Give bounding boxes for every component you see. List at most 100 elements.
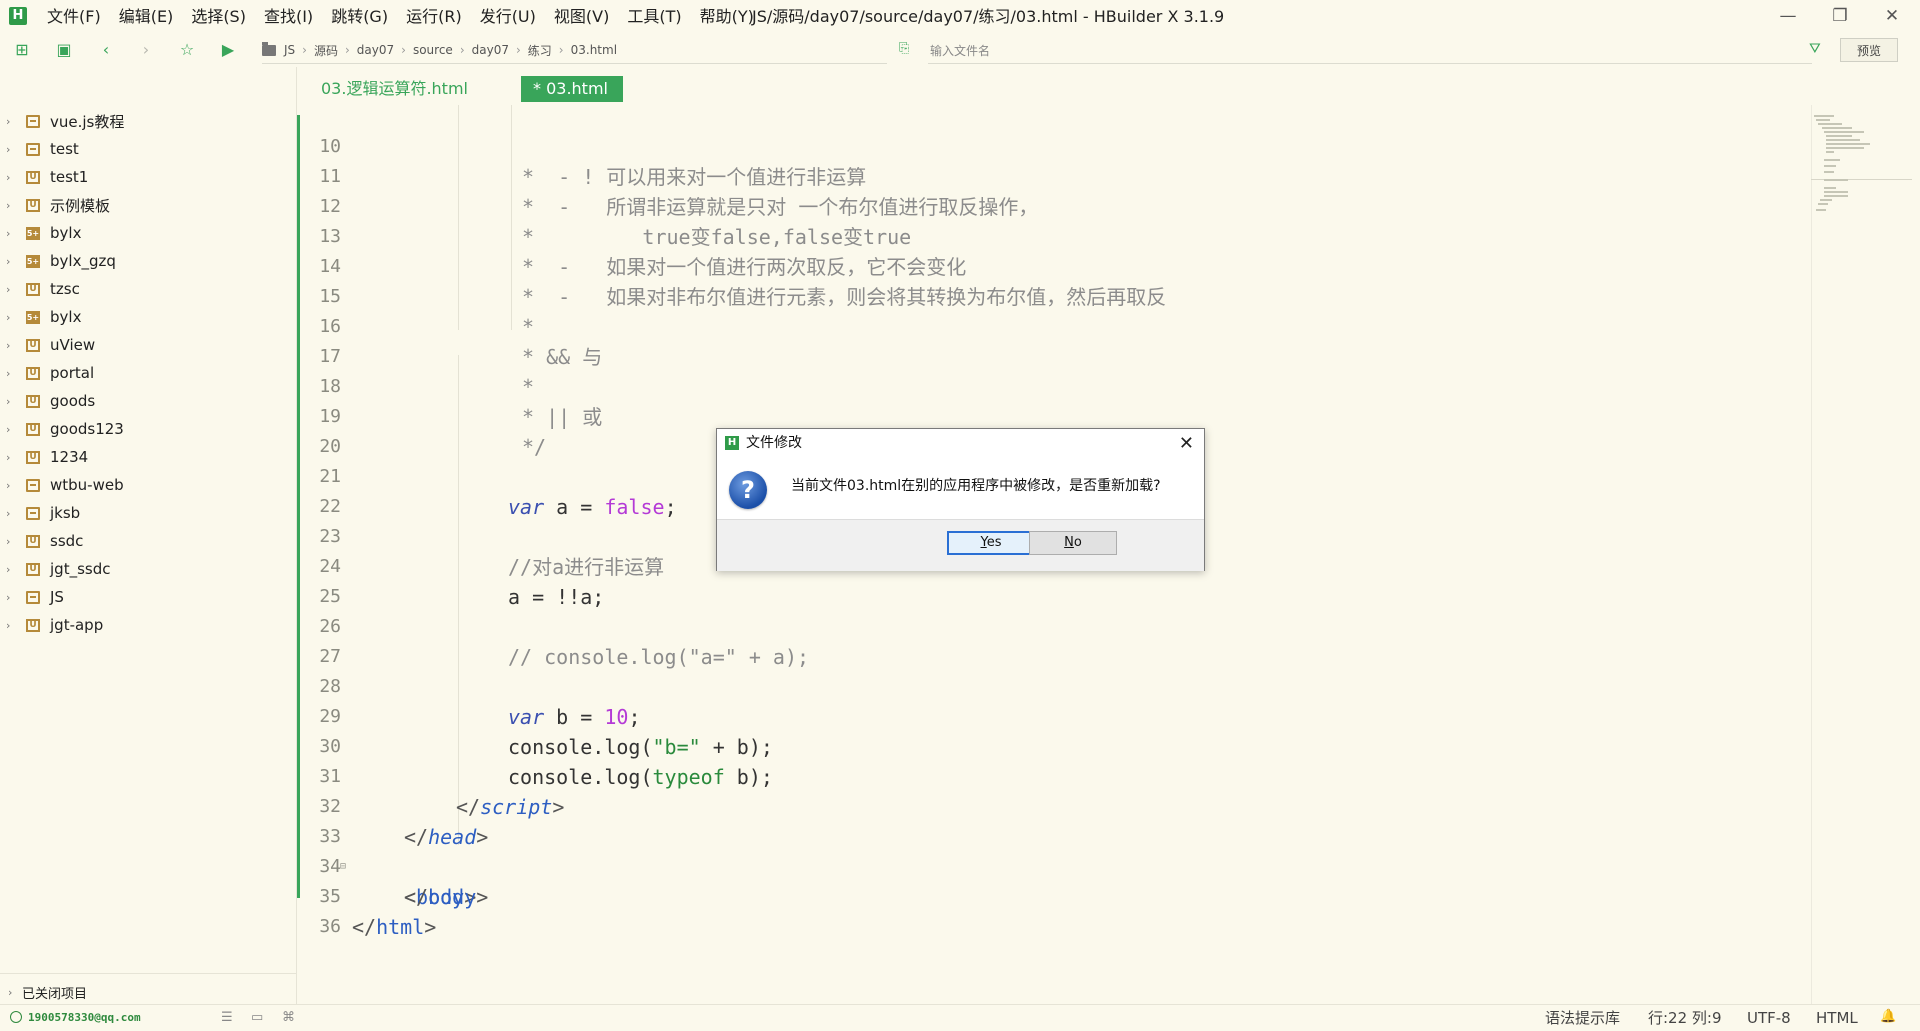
chevron-right-icon[interactable]: › bbox=[6, 227, 20, 240]
breadcrumb-item[interactable]: day07 bbox=[357, 43, 394, 57]
project-item[interactable]: › U test1 bbox=[0, 163, 296, 191]
console-icon[interactable]: ⌘ bbox=[282, 1010, 295, 1025]
project-item[interactable]: › 5+ bylx bbox=[0, 303, 296, 331]
project-item[interactable]: › 5+ bylx_gzq bbox=[0, 247, 296, 275]
project-item[interactable]: › test bbox=[0, 135, 296, 163]
project-item[interactable]: › U 1234 bbox=[0, 443, 296, 471]
chevron-right-icon[interactable]: › bbox=[6, 395, 20, 408]
minimize-button[interactable]: — bbox=[1762, 0, 1814, 33]
user-icon[interactable] bbox=[10, 1011, 22, 1023]
chevron-right-icon[interactable]: › bbox=[6, 143, 20, 156]
cursor-position[interactable]: 行:22 列:9 bbox=[1648, 1005, 1722, 1031]
breadcrumb-item[interactable]: JS bbox=[284, 43, 295, 57]
menu-goto[interactable]: 跳转(G) bbox=[322, 0, 397, 33]
menu-tools[interactable]: 工具(T) bbox=[618, 0, 690, 33]
list-icon[interactable]: ☰ bbox=[221, 1010, 233, 1025]
dialog-close-button[interactable]: ✕ bbox=[1179, 429, 1194, 458]
chevron-right-icon[interactable]: › bbox=[6, 199, 20, 212]
toolbar: ⊞ ▣ ‹ › ☆ ▶ JS › 源码 › day07 › source › d… bbox=[0, 33, 1920, 67]
chevron-right-icon[interactable]: › bbox=[6, 339, 20, 352]
breadcrumb-item[interactable]: 03.html bbox=[571, 43, 617, 57]
minimap-divider bbox=[1811, 105, 1812, 1004]
menu-run[interactable]: 运行(R) bbox=[397, 0, 471, 33]
chevron-right-icon[interactable]: › bbox=[6, 507, 20, 520]
run-icon[interactable]: ▶ bbox=[218, 40, 238, 60]
tab-logic-operators[interactable]: 03.逻辑运算符.html bbox=[309, 76, 480, 102]
chevron-right-icon[interactable]: › bbox=[6, 563, 20, 576]
folder-icon bbox=[26, 506, 40, 520]
no-button[interactable]: No bbox=[1029, 531, 1117, 555]
project-item[interactable]: › U portal bbox=[0, 359, 296, 387]
project-item[interactable]: › U ssdc bbox=[0, 527, 296, 555]
chevron-right-icon[interactable]: › bbox=[6, 171, 20, 184]
breadcrumb-item[interactable]: 练习 bbox=[528, 42, 552, 59]
back-icon[interactable]: ‹ bbox=[96, 40, 116, 60]
new-file-icon[interactable]: ⊞ bbox=[12, 40, 32, 60]
project-item[interactable]: › U 示例模板 bbox=[0, 191, 296, 219]
chevron-right-icon[interactable]: › bbox=[6, 535, 20, 548]
minimap-line bbox=[1818, 123, 1842, 125]
user-account[interactable]: 1900578330@qq.com bbox=[28, 1005, 141, 1031]
favorite-star-icon[interactable]: ☆ bbox=[177, 40, 197, 60]
menu-publish[interactable]: 发行(U) bbox=[471, 0, 545, 33]
project-item[interactable]: › U goods bbox=[0, 387, 296, 415]
menu-find[interactable]: 查找(I) bbox=[255, 0, 322, 33]
project-item[interactable]: › 5+ bylx bbox=[0, 219, 296, 247]
tab-03-html[interactable]: * 03.html bbox=[521, 76, 623, 102]
chevron-right-icon[interactable]: › bbox=[8, 986, 22, 999]
forward-icon[interactable]: › bbox=[136, 40, 156, 60]
5plus-app-icon: 5+ bbox=[26, 254, 40, 268]
chevron-right-icon[interactable]: › bbox=[6, 451, 20, 464]
language-mode[interactable]: HTML bbox=[1816, 1005, 1858, 1031]
project-item[interactable]: › U uView bbox=[0, 331, 296, 359]
chevron-right-icon[interactable]: › bbox=[6, 619, 20, 632]
project-item[interactable]: › U goods123 bbox=[0, 415, 296, 443]
minimap-line bbox=[1824, 179, 1848, 181]
uni-app-icon: U bbox=[26, 562, 40, 576]
chevron-right-icon[interactable]: › bbox=[6, 479, 20, 492]
save-icon[interactable]: ▣ bbox=[54, 40, 74, 60]
chevron-right-icon[interactable]: › bbox=[6, 423, 20, 436]
breadcrumb-item[interactable]: source bbox=[413, 43, 453, 57]
project-label: portal bbox=[50, 364, 95, 382]
chevron-right-icon[interactable]: › bbox=[6, 115, 20, 128]
restore-button[interactable]: ❐ bbox=[1814, 0, 1866, 33]
breadcrumb-item[interactable]: day07 bbox=[472, 43, 509, 57]
project-item[interactable]: › JS bbox=[0, 583, 296, 611]
minimap-line bbox=[1824, 191, 1848, 193]
chevron-right-icon[interactable]: › bbox=[6, 591, 20, 604]
project-item[interactable]: › U jgt-app bbox=[0, 611, 296, 639]
syntax-library[interactable]: 语法提示库 bbox=[1545, 1005, 1620, 1031]
code-line: 19 */ bbox=[297, 372, 1797, 459]
chevron-right-icon[interactable]: › bbox=[6, 311, 20, 324]
project-item[interactable]: › vue.js教程 bbox=[0, 107, 296, 135]
project-label: vue.js教程 bbox=[50, 112, 125, 131]
project-item[interactable]: › jksb bbox=[0, 499, 296, 527]
encoding[interactable]: UTF-8 bbox=[1747, 1005, 1791, 1031]
folder-icon bbox=[262, 41, 276, 56]
chevron-right-icon[interactable]: › bbox=[6, 283, 20, 296]
closed-projects[interactable]: › 已关闭项目 bbox=[0, 980, 87, 1004]
uni-app-icon: U bbox=[26, 282, 40, 296]
terminal-icon[interactable]: ▭ bbox=[251, 1010, 263, 1025]
preview-button[interactable]: 预览 bbox=[1840, 38, 1898, 62]
title-bar: H 文件(F) 编辑(E) 选择(S) 查找(I) 跳转(G) 运行(R) 发行… bbox=[0, 0, 1920, 33]
menu-view[interactable]: 视图(V) bbox=[545, 0, 618, 33]
project-item[interactable]: › U jgt_ssdc bbox=[0, 555, 296, 583]
project-item[interactable]: › U tzsc bbox=[0, 275, 296, 303]
yes-button[interactable]: Yes bbox=[947, 531, 1035, 555]
file-search-input[interactable] bbox=[928, 39, 1812, 64]
chevron-right-icon[interactable]: › bbox=[6, 255, 20, 268]
project-item[interactable]: › wtbu-web bbox=[0, 471, 296, 499]
menu-select[interactable]: 选择(S) bbox=[182, 0, 255, 33]
menu-file[interactable]: 文件(F) bbox=[38, 0, 110, 33]
breadcrumb-item[interactable]: 源码 bbox=[314, 42, 338, 59]
minimap[interactable] bbox=[1812, 113, 1912, 233]
notification-bell-icon[interactable]: 🔔 bbox=[1880, 1009, 1896, 1024]
project-label: 示例模板 bbox=[50, 196, 111, 215]
menu-edit[interactable]: 编辑(E) bbox=[110, 0, 183, 33]
chevron-right-icon[interactable]: › bbox=[6, 367, 20, 380]
close-window-button[interactable]: ✕ bbox=[1866, 0, 1918, 33]
code-line: 35 </html> bbox=[297, 852, 1797, 939]
filter-icon[interactable]: ⛛ bbox=[1809, 41, 1821, 57]
